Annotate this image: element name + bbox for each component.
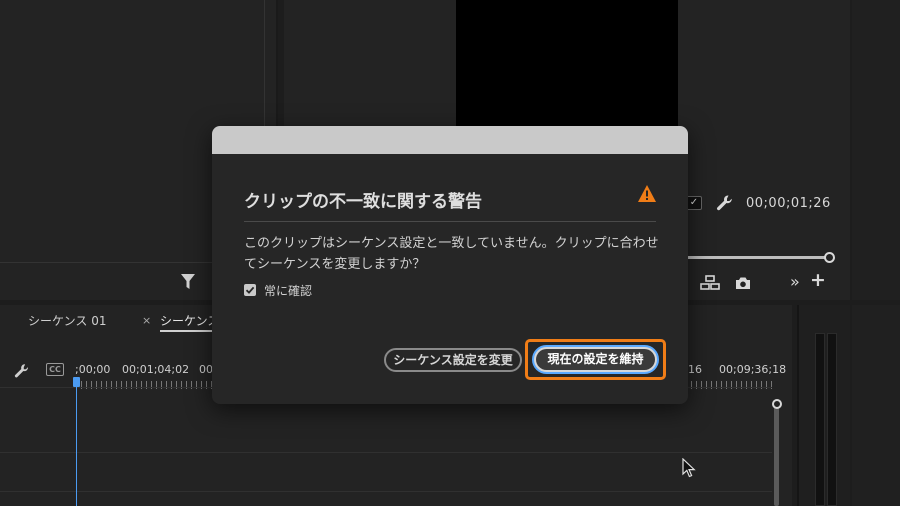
side-panel	[852, 0, 900, 300]
audio-meter-panel	[797, 305, 850, 506]
ruler-timecode: 00	[199, 363, 213, 376]
monitor-scrubber[interactable]	[684, 256, 830, 259]
multicam-icon[interactable]	[700, 275, 720, 291]
keep-current-settings-label: 現在の設定を維持	[536, 349, 655, 370]
dialog-title: クリップの不一致に関する警告	[244, 192, 482, 212]
always-check-checkbox[interactable]	[244, 284, 256, 296]
wrench-icon[interactable]	[14, 363, 30, 379]
dialog-titlebar[interactable]	[212, 126, 688, 154]
audio-meter-right	[827, 333, 837, 506]
captions-icon[interactable]: CC	[46, 363, 64, 376]
dialog-divider	[244, 221, 656, 222]
mouse-cursor-icon	[682, 458, 696, 478]
side-panel-lower	[852, 305, 900, 506]
wrench-icon[interactable]	[716, 194, 734, 212]
camera-icon[interactable]	[735, 276, 751, 290]
close-tab-icon[interactable]: ×	[142, 314, 151, 327]
tab-sequence-active[interactable]: シーケンス	[160, 312, 219, 329]
active-tab-indicator	[160, 330, 220, 332]
monitor-checkbox[interactable]: ✓	[686, 196, 702, 210]
filter-icon[interactable]	[180, 273, 196, 291]
always-check-label: 常に確認	[264, 284, 313, 298]
keep-current-settings-button[interactable]: 現在の設定を維持	[532, 345, 659, 374]
ruler-timecode: 00;01;04;02	[122, 363, 190, 376]
track-divider	[0, 452, 772, 453]
dialog-message: このクリップはシーケンス設定と一致していません。クリップに合わせてシーケンスを変…	[244, 236, 659, 272]
tab-sequence-01[interactable]: シーケンス 01	[28, 312, 107, 329]
ruler-timecode: ;00;00	[75, 363, 111, 376]
scrollbar-handle[interactable]	[772, 399, 782, 409]
change-sequence-settings-button[interactable]: シーケンス設定を変更	[384, 348, 522, 372]
add-button[interactable]: +	[810, 269, 826, 291]
audio-meter-left	[815, 333, 825, 506]
scrubber-handle[interactable]	[824, 252, 835, 263]
clip-mismatch-dialog: クリップの不一致に関する警告 このクリップはシーケンス設定と一致していません。ク…	[212, 126, 688, 404]
playhead-line	[76, 385, 77, 506]
more-icon[interactable]: »	[790, 272, 800, 291]
timeline-scrollbar[interactable]	[774, 405, 779, 506]
ruler-timecode: 16	[688, 363, 702, 376]
checkmark-icon	[245, 286, 255, 294]
ruler-timecode: 00;09;36;18	[719, 363, 787, 376]
warning-icon	[638, 185, 656, 202]
program-timecode: 00;00;01;26	[746, 196, 831, 211]
track-divider	[0, 491, 772, 492]
